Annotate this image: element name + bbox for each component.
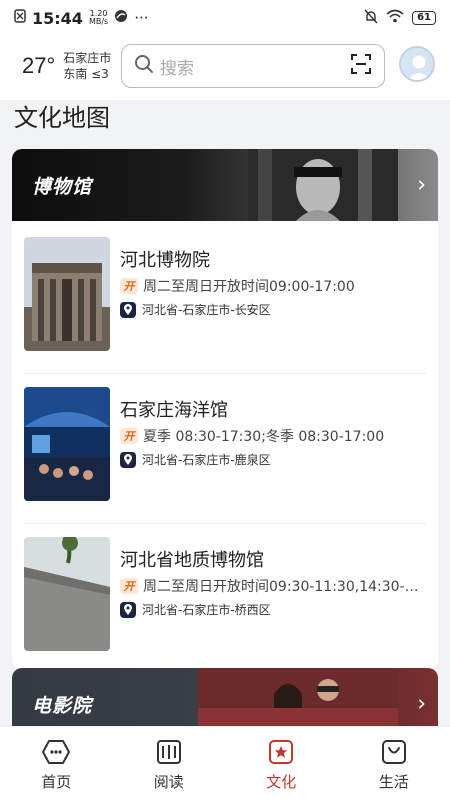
book-icon xyxy=(156,740,181,764)
open-hours-icon: 开 xyxy=(120,428,138,444)
avatar[interactable] xyxy=(399,46,435,82)
location-pin-icon xyxy=(120,451,136,468)
venue-name: 石家庄海洋馆 xyxy=(120,400,228,421)
museum-section: 博物馆 › 河北博物院 开 周二至周日开放时间09:00-17:00 河北省-石… xyxy=(12,149,438,669)
open-hours-icon: 开 xyxy=(120,578,138,594)
location-pin-icon xyxy=(120,601,136,618)
page-title: 文化地图 xyxy=(14,104,110,132)
list-item[interactable]: 河北省地质博物馆 开 周二至周日开放时间09:30-11:30,14:30-… … xyxy=(24,524,426,669)
status-bar: 15:44 1.20 MB/s ··· 61 xyxy=(0,0,450,36)
search-icon xyxy=(134,54,154,78)
scan-icon[interactable] xyxy=(350,53,372,79)
venue-photo xyxy=(24,387,110,501)
wifi-icon xyxy=(386,9,404,27)
open-hours-icon: 开 xyxy=(120,278,138,294)
list-item[interactable]: 石家庄海洋馆 开 夏季 08:30-17:30;冬季 08:30-17:00 河… xyxy=(24,374,426,524)
venue-hours: 开 周二至周日开放时间09:00-17:00 xyxy=(120,276,426,296)
venue-hours: 开 夏季 08:30-17:30;冬季 08:30-17:00 xyxy=(120,426,426,446)
weather-widget[interactable]: 27° 石家庄市 东南 ≤3 xyxy=(22,50,111,82)
temperature: 27° xyxy=(22,53,56,78)
venue-hours: 开 周二至周日开放时间09:30-11:30,14:30-… xyxy=(120,576,426,596)
wind-info: 东南 ≤3 xyxy=(63,67,109,81)
header: 27° 石家庄市 东南 ≤3 搜索 xyxy=(0,36,450,100)
home-icon xyxy=(42,740,71,764)
nav-label: 阅读 xyxy=(153,773,184,791)
culture-star-icon xyxy=(269,740,294,764)
venue-photo xyxy=(24,237,110,351)
chevron-right-icon: › xyxy=(417,172,426,198)
nav-label: 文化 xyxy=(266,773,297,791)
battery-indicator: 61 xyxy=(412,11,436,25)
venue-address: 河北省-石家庄市-桥西区 xyxy=(120,601,271,618)
search-input[interactable]: 搜索 xyxy=(121,44,385,88)
museum-banner[interactable]: 博物馆 › xyxy=(12,149,438,221)
nav-culture[interactable]: 文化 xyxy=(225,727,338,800)
nav-label: 生活 xyxy=(378,773,409,791)
cinema-banner[interactable]: 电影院 › xyxy=(12,668,438,728)
bag-icon xyxy=(381,740,406,764)
section-title: 博物馆 xyxy=(32,175,93,198)
network-speed: 1.20 MB/s xyxy=(88,9,109,26)
venue-photo xyxy=(24,537,110,651)
nav-home[interactable]: 首页 xyxy=(0,727,113,800)
location-pin-icon xyxy=(120,301,136,318)
nav-reading[interactable]: 阅读 xyxy=(113,727,226,800)
mute-icon xyxy=(364,9,378,28)
search-placeholder: 搜索 xyxy=(160,58,194,79)
nav-life[interactable]: 生活 xyxy=(338,727,450,800)
cinema-section: 电影院 › xyxy=(12,668,438,728)
section-title: 电影院 xyxy=(32,694,93,717)
statue-image xyxy=(248,149,398,221)
cinema-image xyxy=(198,668,398,728)
user-avatar-icon xyxy=(407,55,431,80)
city-name: 石家庄市 xyxy=(63,51,112,65)
venue-name: 河北博物院 xyxy=(120,250,210,271)
list-item[interactable]: 河北博物院 开 周二至周日开放时间09:00-17:00 河北省-石家庄市-长安… xyxy=(24,224,426,374)
notification-dismissed-icon xyxy=(14,9,26,27)
venue-address: 河北省-石家庄市-鹿泉区 xyxy=(120,451,271,468)
venue-name: 河北省地质博物馆 xyxy=(120,550,264,571)
nav-label: 首页 xyxy=(41,773,72,791)
venue-address: 河北省-石家庄市-长安区 xyxy=(120,301,271,318)
status-time: 15:44 xyxy=(32,8,83,28)
chevron-right-icon: › xyxy=(417,691,426,717)
more-notifications: ··· xyxy=(134,9,149,27)
bottom-nav: 首页 阅读 文化 生活 xyxy=(0,726,450,800)
app-notification-icon xyxy=(114,9,128,27)
